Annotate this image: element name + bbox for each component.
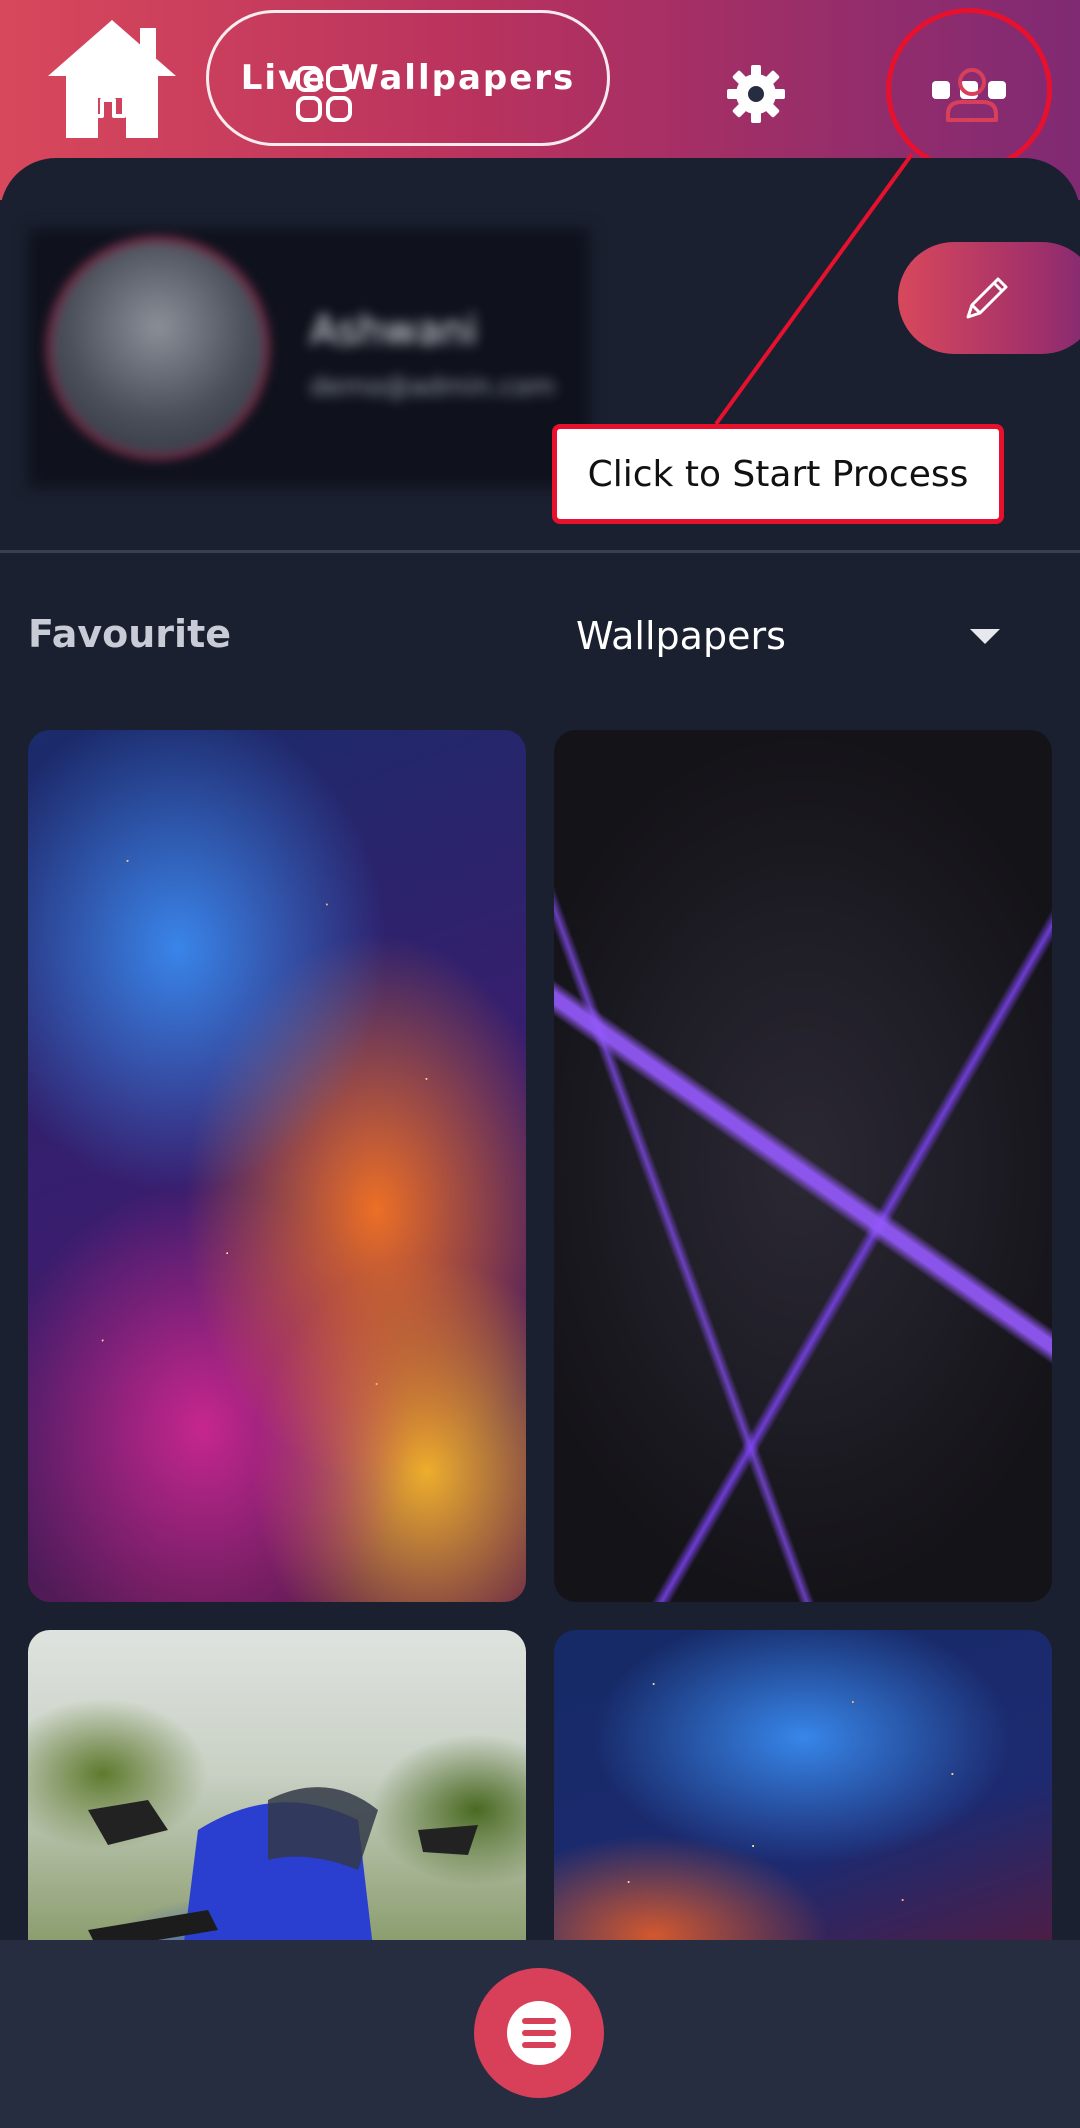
nav-profile[interactable] (924, 0, 1020, 188)
wallpaper-tile[interactable] (28, 730, 526, 1602)
divider (0, 550, 1080, 553)
menu-icon (507, 2001, 571, 2065)
gear-icon (727, 65, 785, 123)
wallpaper-tile[interactable] (554, 1630, 1052, 1990)
grid-icon (296, 66, 352, 122)
profile-name: Ashwani (310, 308, 478, 354)
wallpaper-tile[interactable] (554, 730, 1052, 1602)
category-dropdown-value: Wallpapers (576, 614, 786, 658)
menu-bar (522, 2018, 556, 2024)
avatar[interactable] (46, 236, 270, 460)
wallpaper-image (554, 1630, 1052, 1990)
pencil-icon (966, 277, 1008, 319)
category-dropdown[interactable]: Wallpapers (576, 600, 1016, 672)
nav-settings[interactable] (708, 0, 804, 188)
nav-categories[interactable] (276, 0, 372, 188)
home-icon (84, 70, 132, 118)
wallpaper-image (88, 1787, 478, 1990)
nav-menu-button[interactable] (474, 1968, 604, 2098)
edit-profile-button[interactable] (898, 242, 1080, 354)
app-title-button[interactable]: Live Wallpapers (206, 10, 610, 146)
wallpaper-tile[interactable] (28, 1630, 526, 1990)
user-icon (946, 68, 998, 122)
chevron-down-icon (970, 628, 1000, 644)
profile-email: demo@admin.com (310, 372, 555, 402)
favourite-tab[interactable]: Favourite (28, 612, 231, 656)
menu-bar (522, 2030, 556, 2036)
annotation-callout: Click to Start Process (552, 424, 1004, 524)
nav-home[interactable] (60, 0, 156, 188)
wallpaper-image (28, 730, 526, 1602)
menu-bar (522, 2042, 556, 2048)
wallpaper-image (554, 730, 1052, 1602)
